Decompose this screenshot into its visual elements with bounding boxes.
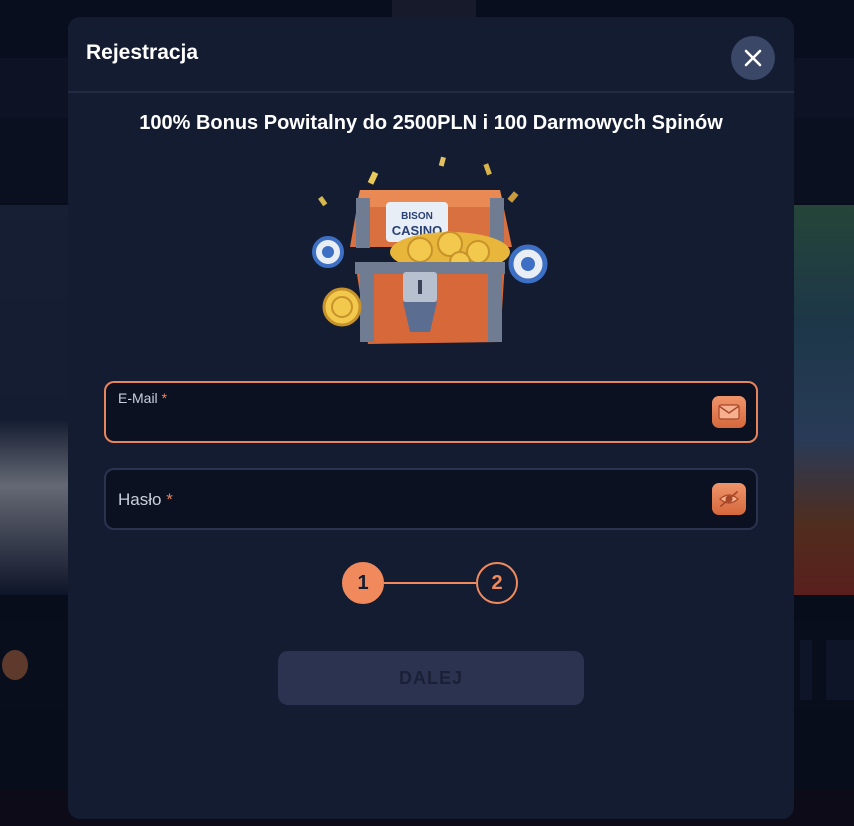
email-field[interactable]: E-Mail * xyxy=(104,381,758,443)
password-label-text: Hasło xyxy=(118,490,162,509)
required-mark: * xyxy=(166,490,173,509)
close-icon xyxy=(744,49,762,67)
chest-logo-line1: BISON xyxy=(401,211,433,222)
email-label-text: E-Mail xyxy=(118,390,158,406)
password-field[interactable]: Hasło * xyxy=(104,468,758,530)
step-2: 2 xyxy=(476,562,518,604)
registration-modal: Rejestracja 100% Bonus Powitalny do 2500… xyxy=(68,17,794,819)
eye-hidden-icon[interactable] xyxy=(712,483,746,515)
email-label: E-Mail * xyxy=(118,390,167,406)
email-input[interactable] xyxy=(118,411,692,435)
envelope-icon xyxy=(712,396,746,428)
registration-steps: 1 2 xyxy=(340,562,524,608)
modal-header: Rejestracja xyxy=(68,17,794,93)
treasure-chest-illustration: BISON CASINO xyxy=(312,156,548,344)
modal-title: Rejestracja xyxy=(86,41,199,64)
required-mark: * xyxy=(161,390,168,406)
next-button[interactable]: DALEJ xyxy=(278,651,584,705)
welcome-bonus-text: 100% Bonus Powitalny do 2500PLN i 100 Da… xyxy=(139,112,723,134)
step-1: 1 xyxy=(342,562,384,604)
close-button[interactable] xyxy=(731,36,775,80)
password-label: Hasło * xyxy=(118,490,173,510)
step-connector xyxy=(384,582,476,584)
